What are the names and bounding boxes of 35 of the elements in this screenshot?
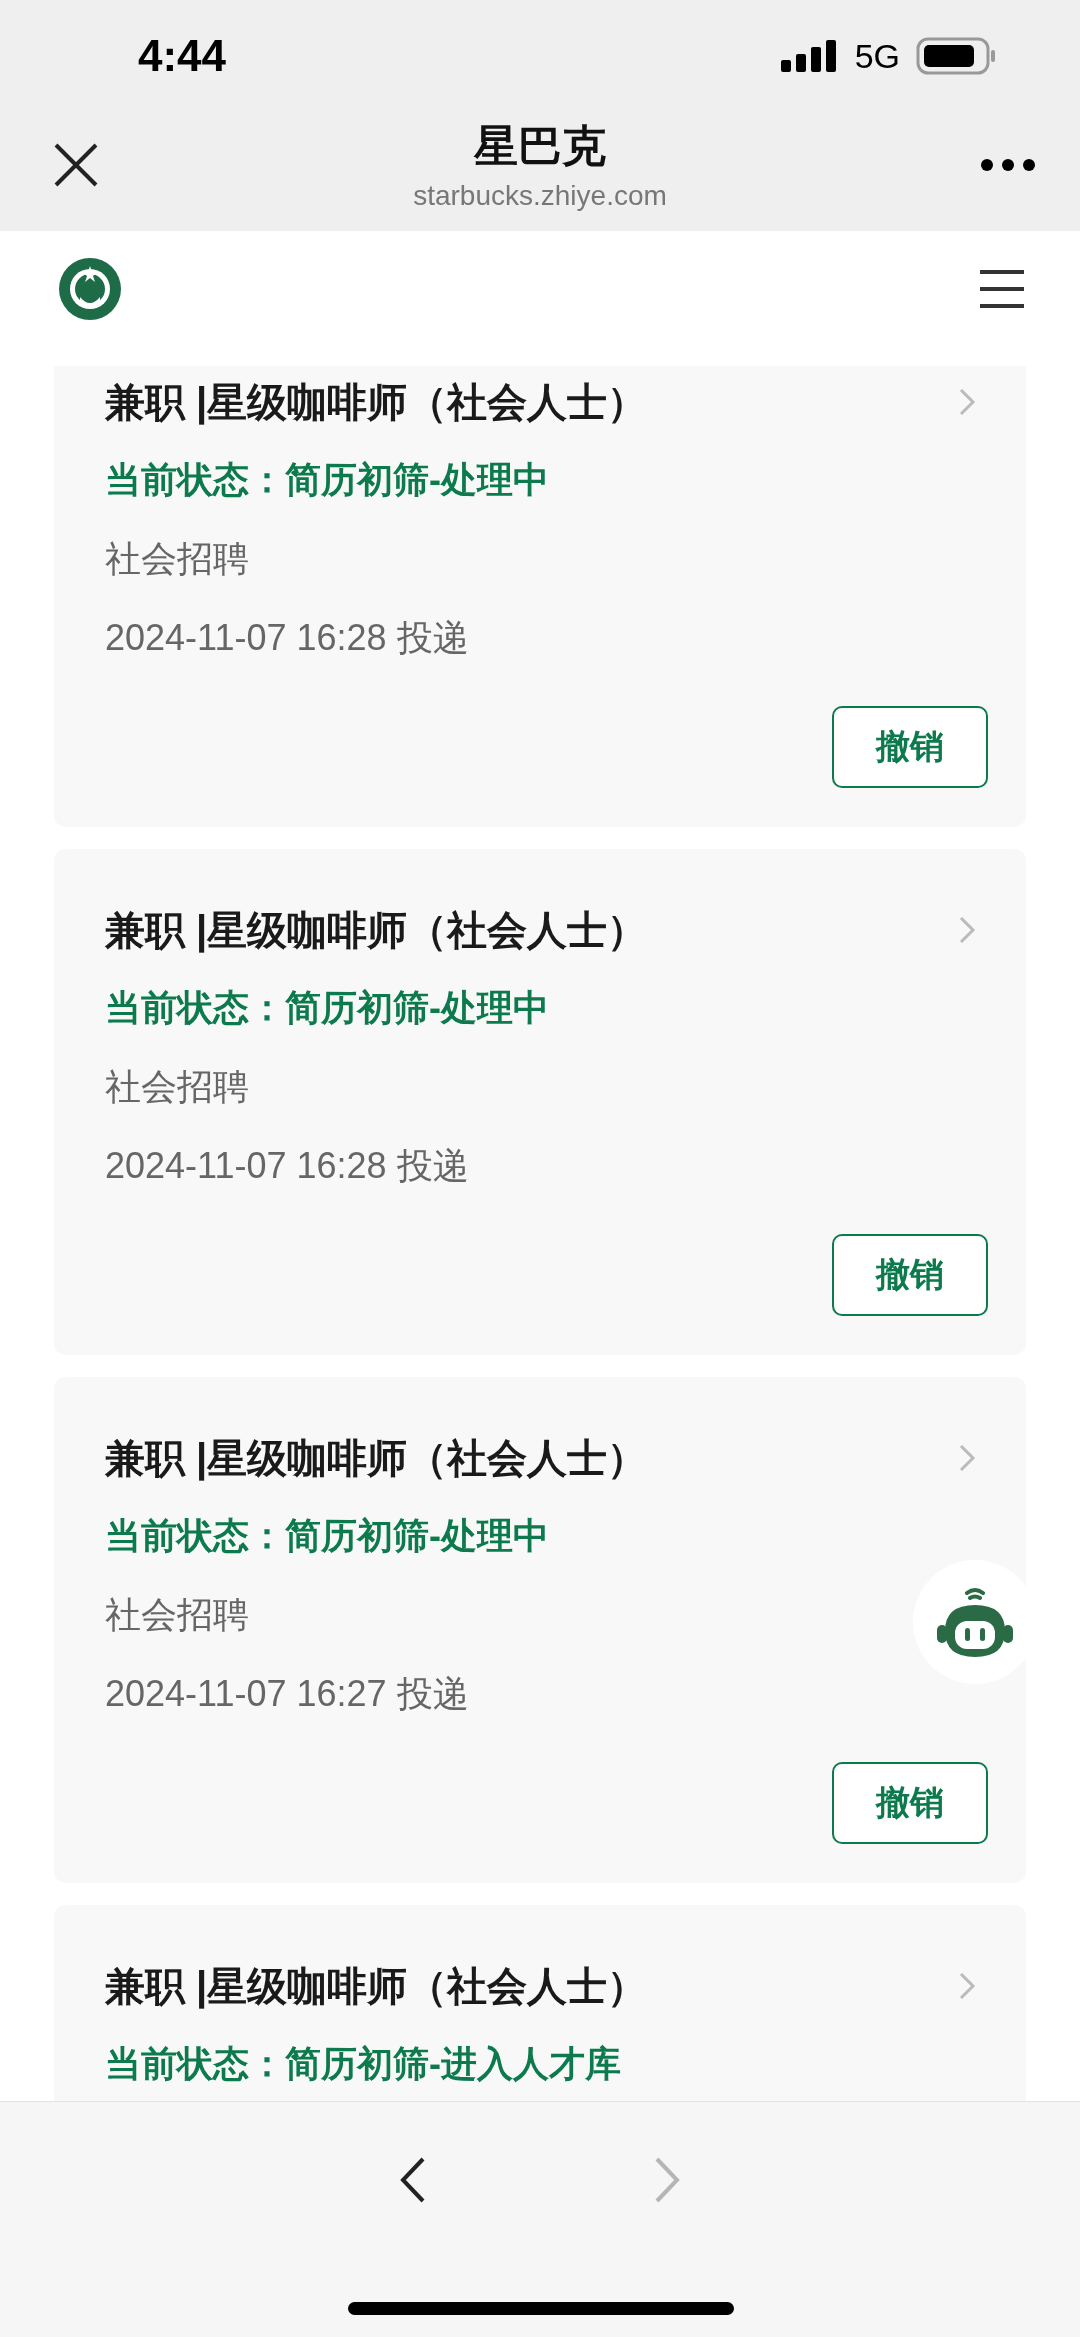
- more-button[interactable]: [980, 157, 1036, 172]
- withdraw-button[interactable]: 撤销: [832, 1762, 988, 1844]
- recruitment-type: 社会招聘: [105, 538, 250, 580]
- withdraw-button[interactable]: 撤销: [832, 1234, 988, 1316]
- menu-button[interactable]: [978, 268, 1026, 309]
- chevron-right-icon: [958, 387, 976, 417]
- job-title: 兼职 |星级咖啡师（社会人士）: [105, 378, 648, 427]
- recruitment-type: 社会招聘: [105, 1066, 250, 1108]
- chevron-right-icon: [958, 1971, 976, 2001]
- job-title: 兼职 |星级咖啡师（社会人士）: [105, 1434, 648, 1483]
- chevron-right-icon: [958, 915, 976, 945]
- status-time: 4:44: [138, 31, 227, 81]
- submission-time: 2024-11-07 16:28 投递: [105, 1145, 470, 1187]
- back-button[interactable]: [399, 2156, 427, 2204]
- page-url: starbucks.zhiye.com: [413, 180, 667, 212]
- battery-icon: [916, 37, 996, 75]
- chevron-right-icon: [958, 1443, 976, 1473]
- application-card[interactable]: 兼职 |星级咖啡师（社会人士） 当前状态：简历初筛-处理中 社会招聘 2024-11-07 16:27 投递 撤销: [54, 1377, 1026, 1883]
- application-status: 当前状态：简历初筛-处理中: [105, 987, 550, 1029]
- application-card[interactable]: 兼职 |星级咖啡师（社会人士） 当前状态：简历初筛-处理中 社会招聘 2024-11-07 16:28 投递 撤销: [54, 849, 1026, 1355]
- application-card[interactable]: 兼职 |星级咖啡师（社会人士） 当前状态：简历初筛-进入人才库: [54, 1905, 1026, 2101]
- submission-time: 2024-11-07 16:27 投递: [105, 1673, 470, 1715]
- application-status: 当前状态：简历初筛-进入人才库: [105, 2043, 622, 2085]
- application-card[interactable]: 兼职 |星级咖啡师（社会人士） 当前状态：简历初筛-处理中 社会招聘 2024-11-07 16:28 投递 撤销: [54, 366, 1026, 827]
- network-label: 5G: [854, 36, 900, 76]
- page-title: 星巴克: [474, 120, 606, 172]
- application-status: 当前状态：简历初筛-处理中: [105, 1515, 550, 1557]
- signal-icon: [780, 40, 839, 72]
- job-title: 兼职 |星级咖啡师（社会人士）: [105, 1962, 648, 2011]
- recruitment-type: 社会招聘: [105, 1594, 250, 1636]
- submission-time: 2024-11-07 16:28 投递: [105, 617, 470, 659]
- job-title: 兼职 |星级咖啡师（社会人士）: [105, 906, 648, 955]
- application-status: 当前状态：简历初筛-处理中: [105, 459, 550, 501]
- logo-icon: [58, 256, 122, 321]
- withdraw-button[interactable]: 撤销: [832, 706, 988, 788]
